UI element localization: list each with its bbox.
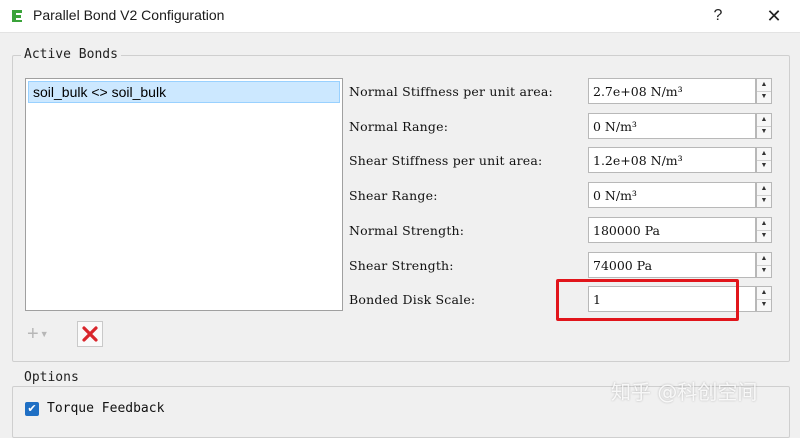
- window-title: Parallel Bond V2 Configuration: [33, 7, 225, 23]
- bonded-disk-scale-stepper[interactable]: ▲ ▼: [756, 286, 772, 312]
- spin-down-icon[interactable]: ▼: [757, 91, 771, 103]
- shear-stiffness-input[interactable]: [588, 147, 756, 173]
- shear-stiffness-label: Shear Stiffness per unit area:: [349, 153, 543, 168]
- shear-strength-stepper[interactable]: ▲ ▼: [756, 252, 772, 278]
- list-item[interactable]: soil_bulk <> soil_bulk: [28, 81, 340, 103]
- normal-range-stepper[interactable]: ▲ ▼: [756, 113, 772, 139]
- close-button[interactable]: ✕: [758, 4, 790, 28]
- spin-down-icon[interactable]: ▼: [757, 265, 771, 277]
- shear-strength-label: Shear Strength:: [349, 258, 454, 273]
- remove-bond-button[interactable]: [77, 321, 103, 347]
- plus-icon: +: [27, 323, 39, 345]
- spin-down-icon[interactable]: ▼: [757, 126, 771, 138]
- normal-stiffness-stepper[interactable]: ▲ ▼: [756, 78, 772, 104]
- shear-stiffness-stepper[interactable]: ▲ ▼: [756, 147, 772, 173]
- shear-strength-input[interactable]: [588, 252, 756, 278]
- bonded-disk-scale-label: Bonded Disk Scale:: [349, 292, 476, 307]
- normal-strength-stepper[interactable]: ▲ ▼: [756, 217, 772, 243]
- spin-down-icon[interactable]: ▼: [757, 299, 771, 311]
- shear-range-input[interactable]: [588, 182, 756, 208]
- red-x-icon: [82, 326, 98, 342]
- normal-strength-input[interactable]: [588, 217, 756, 243]
- bond-list[interactable]: soil_bulk <> soil_bulk: [25, 78, 343, 311]
- options-title: Options: [21, 370, 82, 385]
- add-bond-button[interactable]: +▼: [27, 322, 65, 346]
- title-bar: Parallel Bond V2 Configuration ? ✕: [0, 0, 800, 33]
- chevron-down-icon: ▼: [39, 329, 49, 339]
- normal-range-label: Normal Range:: [349, 119, 449, 134]
- normal-range-input[interactable]: [588, 113, 756, 139]
- normal-stiffness-input[interactable]: [588, 78, 756, 104]
- active-bonds-title: Active Bonds: [21, 47, 121, 62]
- highlight-box: [556, 279, 739, 321]
- spin-down-icon[interactable]: ▼: [757, 160, 771, 172]
- watermark: 知乎 @科创空间: [611, 380, 758, 404]
- app-logo-icon: [12, 10, 22, 22]
- torque-feedback-checkbox[interactable]: ✔: [25, 402, 39, 416]
- normal-stiffness-label: Normal Stiffness per unit area:: [349, 84, 553, 99]
- normal-strength-label: Normal Strength:: [349, 223, 465, 238]
- torque-feedback-label[interactable]: Torque Feedback: [47, 401, 164, 416]
- shear-range-label: Shear Range:: [349, 188, 438, 203]
- help-button[interactable]: ?: [706, 4, 730, 28]
- shear-range-stepper[interactable]: ▲ ▼: [756, 182, 772, 208]
- spin-down-icon[interactable]: ▼: [757, 195, 771, 207]
- check-icon: ✔: [27, 403, 37, 415]
- spin-down-icon[interactable]: ▼: [757, 230, 771, 242]
